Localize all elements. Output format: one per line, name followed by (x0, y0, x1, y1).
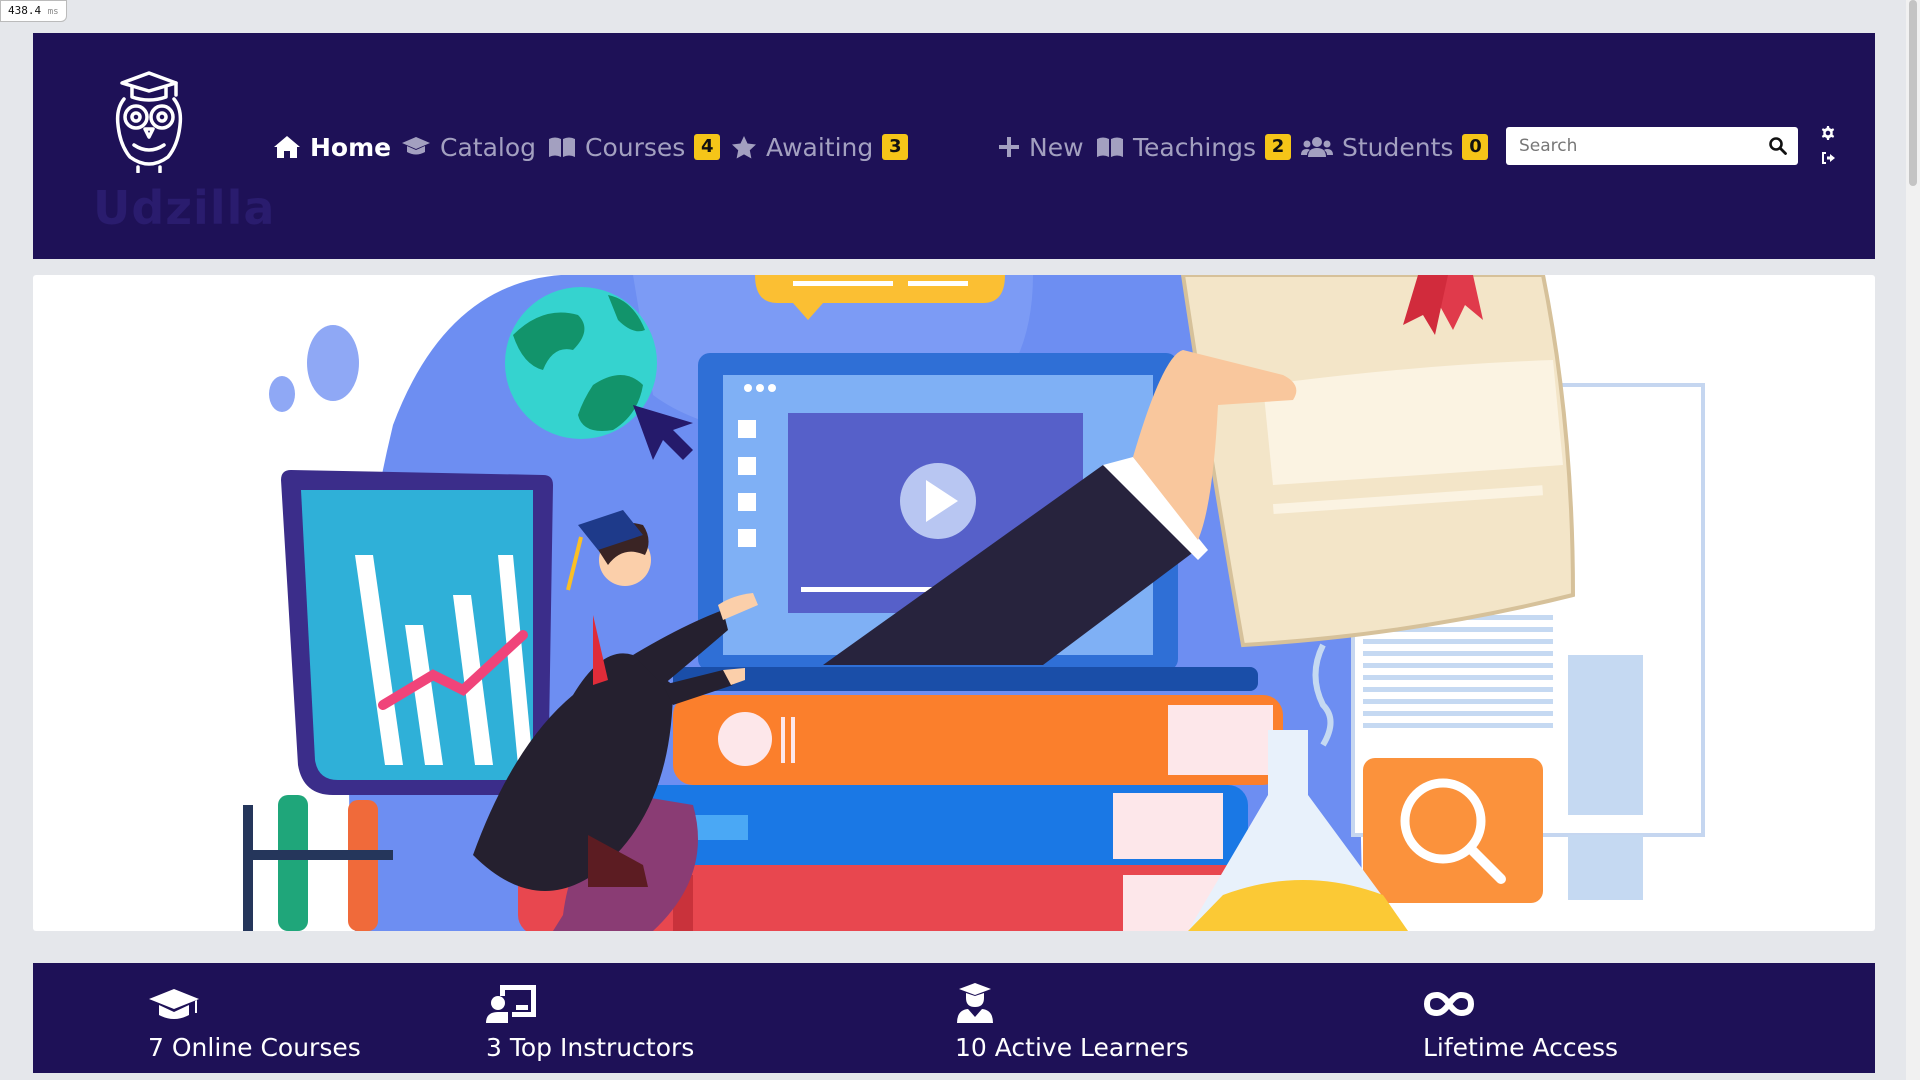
render-time-unit: ms (47, 7, 59, 17)
brand-name: Udzilla (93, 181, 276, 235)
stat-lifetime-access: Lifetime Access (1423, 983, 1618, 1062)
open-book-icon (1097, 137, 1123, 157)
nav-catalog-label: Catalog (440, 132, 537, 162)
nav-catalog[interactable]: Catalog (401, 129, 536, 165)
hero-banner (33, 275, 1875, 931)
home-icon (274, 136, 300, 158)
nav-students-label: Students (1342, 132, 1454, 162)
top-navbar: Udzilla Home Catalog Courses 4 Awaiting … (33, 33, 1875, 259)
owl-logo-icon (115, 71, 183, 173)
stats-strip: 7 Online Courses 3 Top Instructors 10 Ac… (33, 963, 1875, 1073)
stat-top-instructors: 3 Top Instructors (486, 983, 694, 1062)
stat-active-learners: 10 Active Learners (955, 983, 1189, 1062)
graduation-cap-icon (402, 137, 430, 155)
stat-label: Lifetime Access (1423, 1033, 1619, 1062)
nav-home-label: Home (310, 132, 392, 162)
user-graduate-icon (955, 983, 1189, 1023)
stat-online-courses: 7 Online Courses (148, 983, 361, 1062)
nav-home[interactable]: Home (273, 129, 391, 165)
search-icon[interactable] (1768, 136, 1788, 156)
search-box (1506, 127, 1798, 165)
search-input[interactable] (1506, 127, 1756, 165)
nav-courses[interactable]: Courses 4 (548, 129, 721, 165)
nav-awaiting[interactable]: Awaiting 3 (731, 129, 909, 165)
plus-icon (999, 137, 1019, 157)
render-time-value: 438.4 (8, 4, 42, 17)
page-scrollbar[interactable] (1906, 0, 1920, 1080)
brand-logo[interactable]: Udzilla (93, 69, 274, 235)
nav-new[interactable]: New (998, 129, 1084, 165)
stat-label: 7 Online Courses (148, 1033, 361, 1062)
stat-label: 10 Active Learners (955, 1033, 1189, 1062)
teachings-count-badge: 2 (1265, 134, 1291, 160)
awaiting-count-badge: 3 (882, 134, 909, 160)
nav-teachings[interactable]: Teachings 2 (1096, 129, 1291, 165)
nav-teachings-label: Teachings (1133, 132, 1256, 162)
users-icon (1301, 137, 1333, 157)
nav-courses-label: Courses (585, 132, 686, 162)
scrollbar-thumb[interactable] (1909, 0, 1917, 186)
gear-icon[interactable] (1820, 125, 1836, 141)
render-time-badge: 438.4 ms (0, 0, 67, 22)
infinity-icon (1423, 983, 1618, 1023)
sign-out-icon[interactable] (1820, 150, 1836, 166)
chalkboard-teacher-icon (486, 983, 694, 1023)
nav-students[interactable]: Students 0 (1301, 129, 1489, 165)
open-book-icon (549, 137, 575, 157)
nav-awaiting-label: Awaiting (766, 132, 874, 162)
online-learning-illustration (243, 275, 1705, 931)
nav-new-label: New (1029, 132, 1084, 162)
star-icon (732, 136, 756, 159)
graduation-cap-icon (148, 983, 361, 1023)
courses-count-badge: 4 (694, 134, 721, 160)
students-count-badge: 0 (1462, 134, 1489, 160)
stat-label: 3 Top Instructors (486, 1033, 695, 1062)
